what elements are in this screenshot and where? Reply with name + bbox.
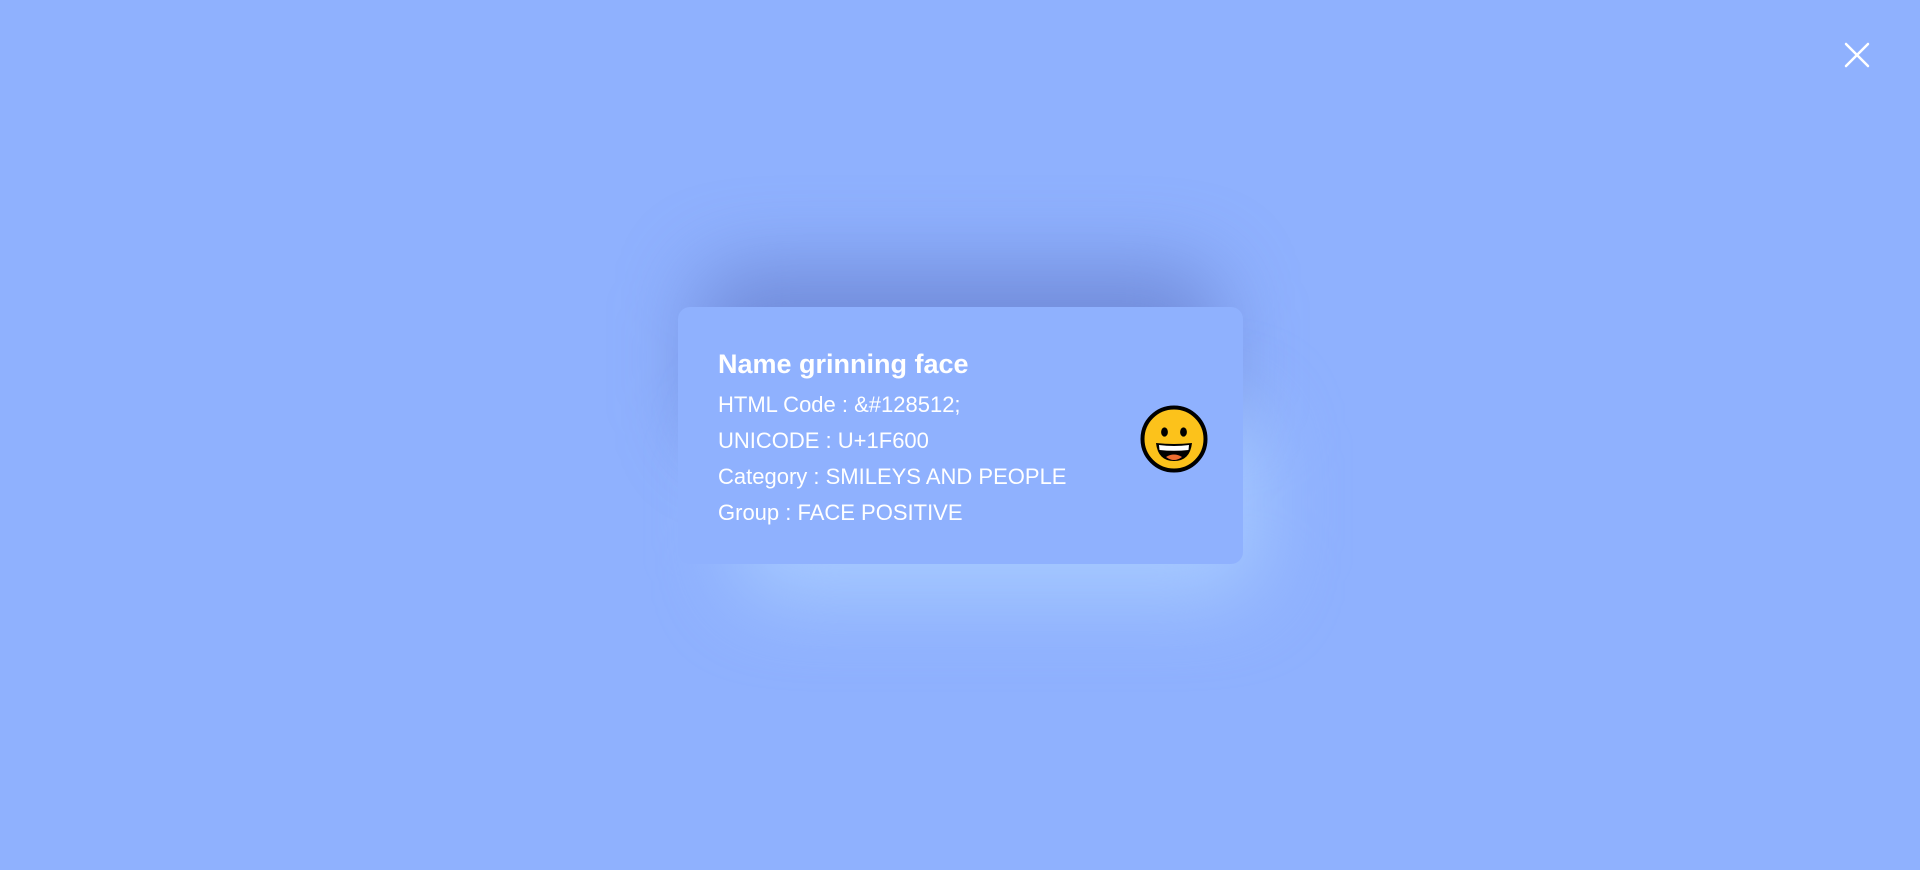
- emoji-group: Group : FACE POSITIVE: [718, 500, 963, 525]
- close-button[interactable]: [1840, 38, 1874, 72]
- grinning-face-icon: [1140, 405, 1208, 473]
- emoji-detail-card: Name grinning face HTML Code : &#128512;…: [678, 307, 1243, 564]
- emoji-name: Name grinning face: [718, 349, 969, 379]
- close-icon: [1844, 42, 1870, 68]
- emoji-detail-modal: Name grinning face HTML Code : &#128512;…: [678, 267, 1258, 597]
